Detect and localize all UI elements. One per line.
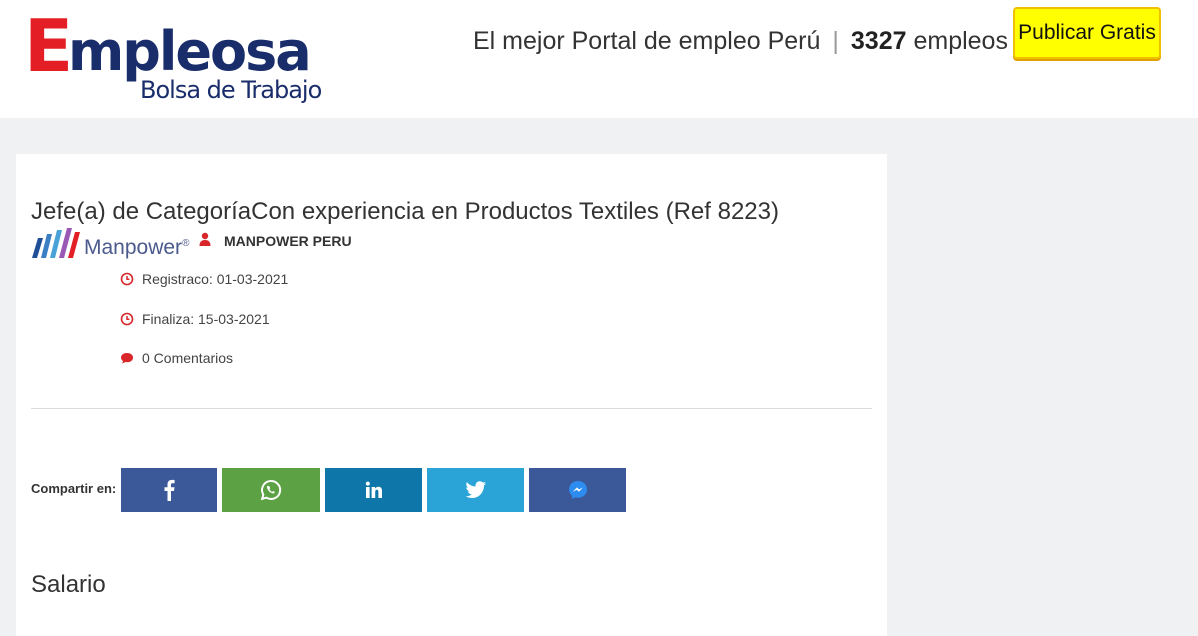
comment-icon [121, 353, 133, 364]
publish-free-button[interactable]: Publicar Gratis [1013, 7, 1161, 59]
site-header: E mpleosa Bolsa de Trabajo El mejor Port… [0, 0, 1198, 118]
tagline-separator: | [832, 27, 839, 55]
section-divider [31, 408, 872, 409]
whatsapp-icon [260, 479, 282, 501]
job-card: Jefe(a) de CategoríaCon experiencia en P… [16, 154, 887, 636]
end-date: Finaliza: 15-03-2021 [142, 311, 270, 327]
company-logo-wordmark: Manpower® [84, 236, 190, 259]
tagline-text: El mejor Portal de empleo Perú [473, 27, 821, 55]
twitter-icon [465, 481, 486, 498]
share-twitter-button[interactable] [427, 468, 524, 512]
salary-heading: Salario [31, 571, 106, 598]
messenger-icon [568, 481, 587, 499]
comments-count: 0 Comentarios [142, 350, 234, 366]
logo-subtitle: Bolsa de Trabajo [140, 76, 322, 104]
company-logo[interactable]: Manpower® [30, 226, 189, 262]
facebook-icon [164, 479, 175, 501]
share-label: Compartir en: [31, 481, 117, 496]
site-logo[interactable]: E mpleosa Bolsa de Trabajo [24, 6, 324, 106]
logo-letter: E [24, 4, 74, 88]
registered-date: Registraco: 01-03-2021 [142, 271, 289, 287]
job-count: 3327 [850, 27, 907, 55]
sidebar-area [900, 154, 1198, 636]
clock-icon [120, 312, 134, 326]
manpower-mark-icon [32, 228, 80, 258]
user-icon [199, 232, 211, 246]
header-tagline: El mejor Portal de empleo Perú | 3327 empl… [473, 26, 1008, 56]
share-linkedin-button[interactable] [325, 468, 422, 512]
share-messenger-button[interactable] [529, 468, 626, 512]
linkedin-icon [365, 481, 382, 498]
logo-name: mpleosa [68, 20, 312, 83]
company-name[interactable]: MANPOWER PERU [224, 233, 352, 249]
share-whatsapp-button[interactable] [222, 468, 320, 512]
job-title: Jefe(a) de CategoríaCon experiencia en P… [31, 198, 779, 225]
job-count-suffix: empleos [913, 27, 1008, 55]
clock-icon [120, 272, 134, 286]
share-facebook-button[interactable] [121, 468, 217, 512]
